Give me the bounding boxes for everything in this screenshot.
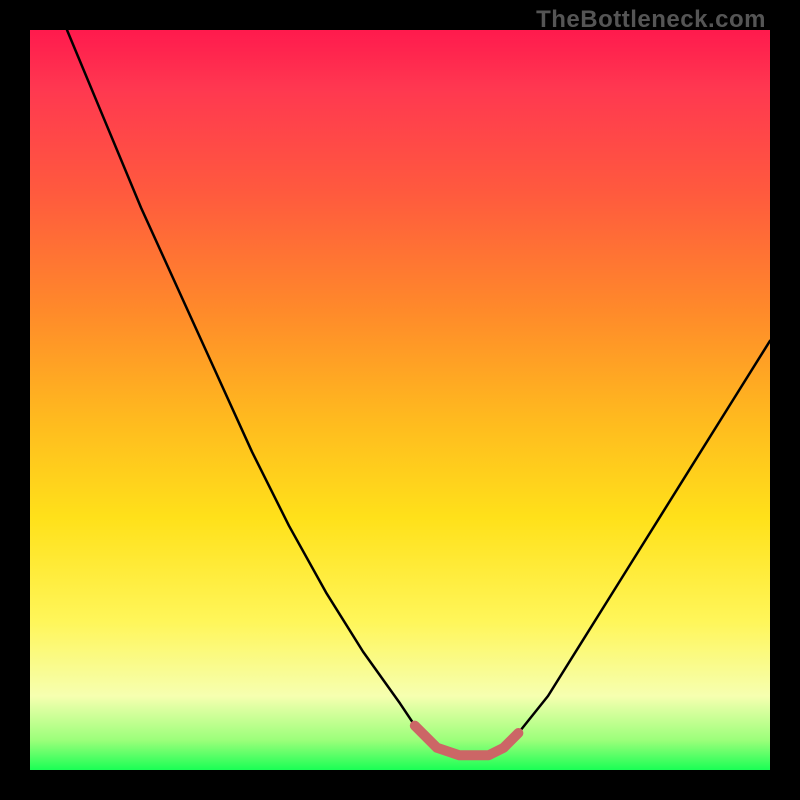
bottleneck-curve (67, 30, 770, 755)
chart-frame: TheBottleneck.com (0, 0, 800, 800)
curve-svg (30, 30, 770, 770)
flat-minimum-highlight (415, 726, 519, 756)
plot-area (30, 30, 770, 770)
